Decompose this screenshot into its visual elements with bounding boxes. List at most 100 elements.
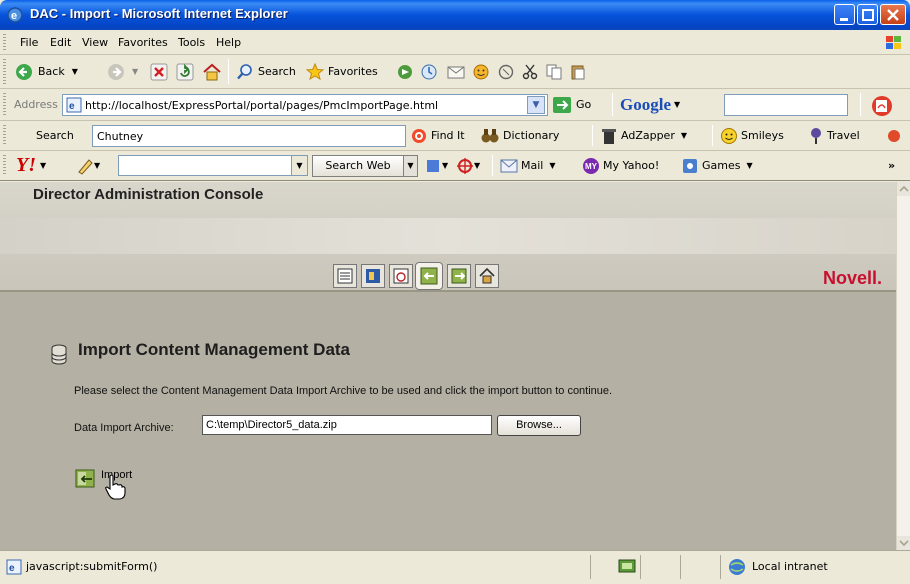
refresh-button[interactable] bbox=[176, 55, 194, 88]
nav-export-icon[interactable] bbox=[447, 264, 471, 288]
games-button[interactable]: Games ▼ bbox=[681, 151, 753, 180]
go-label: Go bbox=[576, 98, 592, 111]
extra-toolbar-icon[interactable] bbox=[886, 127, 904, 145]
envelope-icon bbox=[500, 159, 518, 172]
menu-edit[interactable]: Edit bbox=[44, 30, 77, 54]
discuss-icon bbox=[498, 64, 514, 79]
menu-favorites[interactable]: Favorites bbox=[112, 30, 174, 54]
address-label: Address bbox=[14, 98, 58, 111]
google-label: Google bbox=[620, 94, 671, 114]
map-pin-icon bbox=[811, 127, 821, 144]
search-web-dropdown-icon[interactable]: ▼ bbox=[404, 155, 418, 177]
standard-toolbar: Back ▼ ▼ Search Favorites bbox=[0, 55, 910, 89]
highlight-button[interactable]: ▼ bbox=[76, 151, 100, 180]
yahoo-search-input[interactable]: ▼ bbox=[118, 155, 308, 176]
security-zone-label: Local intranet bbox=[752, 560, 828, 573]
nav-import-icon[interactable] bbox=[415, 262, 443, 290]
google-button[interactable]: Google ▼ bbox=[620, 89, 680, 120]
history-button[interactable] bbox=[420, 55, 438, 88]
my-yahoo-button[interactable]: MY My Yahoo! bbox=[582, 151, 659, 180]
smileys-button[interactable]: Smileys bbox=[720, 121, 784, 150]
import-icon[interactable] bbox=[74, 468, 98, 490]
games-icon bbox=[683, 158, 697, 173]
toolbar-overflow-button[interactable]: » bbox=[888, 151, 895, 180]
paste-icon bbox=[571, 65, 585, 79]
mail-button[interactable] bbox=[446, 55, 466, 88]
history-icon bbox=[421, 64, 437, 79]
close-button[interactable] bbox=[880, 4, 906, 25]
google-search-input[interactable] bbox=[724, 94, 848, 116]
smiley-icon bbox=[721, 127, 737, 144]
back-label: Back bbox=[38, 65, 65, 78]
travel-button[interactable]: Travel bbox=[808, 121, 860, 150]
yahoo-mail-button[interactable]: Mail ▼ bbox=[500, 151, 556, 180]
find-it-button[interactable]: Find It bbox=[410, 121, 465, 150]
yahoo-logo[interactable]: Y! ▼ bbox=[16, 151, 46, 180]
go-button[interactable]: Go bbox=[552, 89, 591, 120]
searchbar-label: Search bbox=[36, 129, 74, 142]
local-intranet-icon bbox=[729, 559, 745, 575]
stop-button[interactable] bbox=[150, 55, 168, 88]
home-icon bbox=[203, 63, 221, 80]
discuss-button[interactable] bbox=[497, 55, 515, 88]
adzapper-button[interactable]: AdZapper ▼ bbox=[600, 121, 687, 150]
menu-file[interactable]: File bbox=[14, 30, 44, 54]
nav-home-icon[interactable] bbox=[475, 264, 499, 288]
nav-schedule-icon[interactable] bbox=[389, 264, 413, 288]
windows-logo-icon bbox=[886, 36, 901, 49]
paste-button[interactable] bbox=[569, 55, 587, 88]
forward-button[interactable]: ▼ bbox=[106, 55, 138, 88]
search-button[interactable]: Search bbox=[236, 55, 296, 88]
menu-view[interactable]: View bbox=[76, 30, 114, 54]
travel-label: Travel bbox=[827, 129, 860, 142]
menu-help[interactable]: Help bbox=[210, 30, 247, 54]
forward-arrow-icon bbox=[108, 63, 124, 80]
page-title: Import Content Management Data bbox=[78, 340, 351, 359]
bookmark-button[interactable]: ▼ bbox=[424, 151, 448, 180]
console-title: Director Administration Console bbox=[33, 186, 264, 203]
address-input[interactable]: e http://localhost/ExpressPortal/portal/… bbox=[62, 94, 548, 116]
menu-tools[interactable]: Tools bbox=[172, 30, 211, 54]
page-icon: e bbox=[66, 97, 82, 113]
archive-path-input[interactable]: C:\temp\Director5_data.zip bbox=[202, 415, 492, 435]
scroll-up-icon[interactable] bbox=[897, 182, 910, 196]
searchbar-input[interactable]: Chutney bbox=[92, 125, 406, 147]
favorites-label: Favorites bbox=[328, 65, 378, 78]
home-button[interactable] bbox=[202, 55, 222, 88]
messenger-button[interactable] bbox=[472, 55, 490, 88]
title-bar[interactable]: e DAC - Import - Microsoft Internet Expl… bbox=[0, 0, 910, 30]
scroll-down-icon[interactable] bbox=[897, 536, 910, 550]
svg-text:MY: MY bbox=[585, 162, 598, 171]
mail-icon bbox=[447, 66, 465, 78]
copy-button[interactable] bbox=[545, 55, 563, 88]
maximize-button[interactable] bbox=[857, 4, 878, 25]
favorites-button[interactable]: Favorites bbox=[306, 55, 378, 88]
crosshair-icon bbox=[457, 157, 473, 174]
yahoo-mail-label: Mail bbox=[521, 159, 544, 172]
cut-button[interactable] bbox=[521, 55, 539, 88]
scissors-icon bbox=[522, 64, 538, 79]
nav-list-icon[interactable] bbox=[333, 264, 357, 288]
media-button[interactable] bbox=[396, 55, 414, 88]
minimize-button[interactable] bbox=[834, 4, 855, 25]
status-text: javascript:submitForm() bbox=[26, 560, 158, 573]
dictionary-button[interactable]: Dictionary bbox=[480, 121, 559, 150]
pencil-icon bbox=[78, 158, 93, 175]
refresh-icon bbox=[176, 63, 194, 80]
pdf-icon[interactable] bbox=[870, 94, 896, 118]
antispy-button[interactable]: ▼ bbox=[456, 151, 480, 180]
browse-button[interactable]: Browse... bbox=[497, 415, 581, 436]
yahoo-dropdown-icon[interactable]: ▼ bbox=[291, 156, 307, 175]
media-icon bbox=[398, 64, 412, 79]
back-arrow-icon bbox=[16, 63, 32, 80]
nav-content-icon[interactable] bbox=[361, 264, 385, 288]
address-dropdown-icon[interactable]: ▼ bbox=[527, 96, 545, 114]
back-dropdown-icon[interactable]: ▼ bbox=[72, 67, 78, 76]
dictionary-label: Dictionary bbox=[503, 129, 560, 142]
network-icon bbox=[618, 559, 636, 573]
search-web-button[interactable]: Search Web bbox=[312, 155, 404, 177]
back-button[interactable]: Back ▼ bbox=[14, 55, 78, 88]
page-content: Director Administration Console Novell. bbox=[0, 182, 896, 550]
vertical-scrollbar[interactable] bbox=[896, 182, 910, 550]
address-url: http://localhost/ExpressPortal/portal/pa… bbox=[85, 99, 439, 112]
